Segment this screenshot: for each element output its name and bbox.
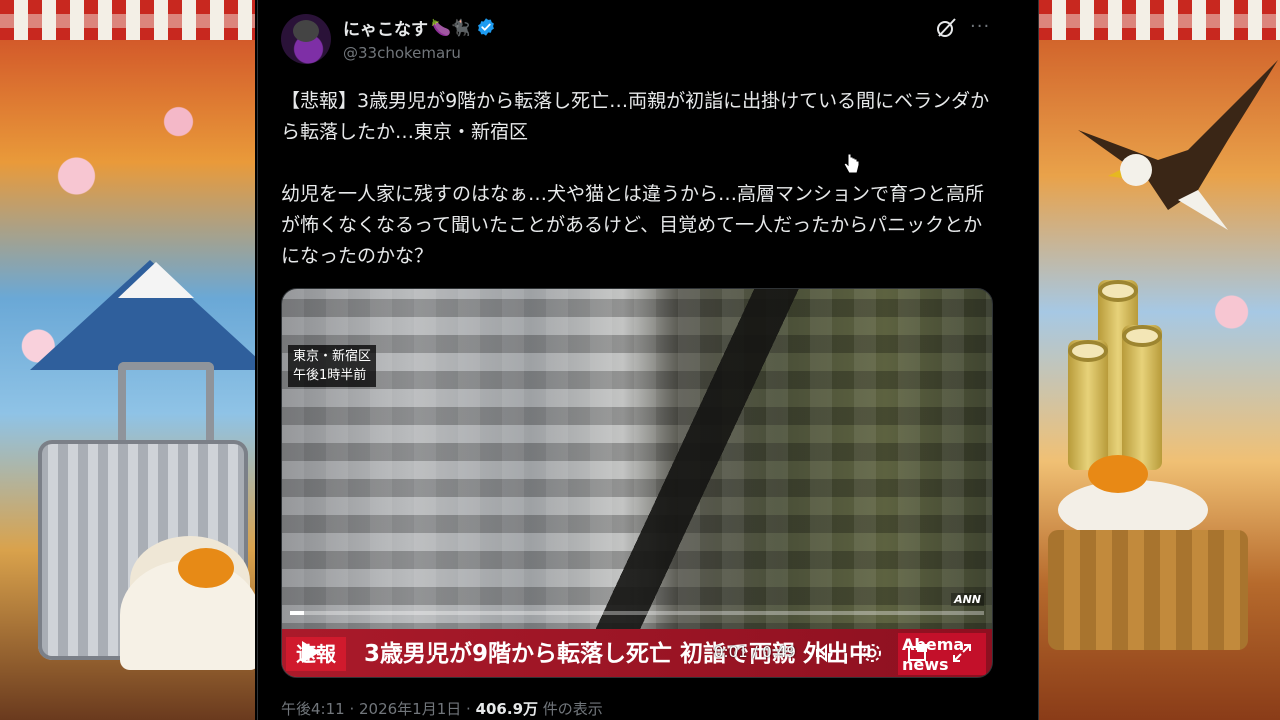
author-display-name[interactable]: にゃこなす: [343, 15, 428, 40]
picture-in-picture-icon[interactable]: [906, 641, 930, 665]
bamboo-illustration: [1068, 340, 1108, 470]
fullscreen-icon[interactable]: [950, 641, 974, 665]
suitcase-handle-illustration: [118, 362, 214, 450]
settings-icon[interactable]: [860, 641, 884, 665]
author-name-emojis: 🍆🐈‍⬛: [431, 17, 471, 37]
view-count: 406.9万: [475, 700, 539, 718]
eagle-illustration: [1078, 60, 1278, 230]
checker-pattern: [1038, 0, 1280, 40]
location-caption-line2: 午後1時半前: [293, 368, 367, 383]
barrel-illustration: [1048, 530, 1248, 650]
left-decorative-background: [0, 0, 255, 720]
grok-icon[interactable]: [934, 16, 958, 40]
author-name-row: にゃこなす 🍆🐈‍⬛: [343, 14, 496, 40]
tweet-card: にゃこなす 🍆🐈‍⬛ @33chokemaru ··· 【悲報】3歳男児が9階か…: [257, 0, 1039, 720]
checker-pattern: [0, 0, 255, 40]
tangerine-illustration: [1088, 455, 1148, 493]
video-progress-bar[interactable]: [290, 611, 984, 615]
tangerine-illustration: [178, 548, 234, 588]
video-time: 0:01 / 0:49: [714, 643, 796, 661]
avatar-cat-face: [293, 20, 319, 42]
video-player[interactable]: 東京・新宿区 午後1時半前 ANN 速報 3歳男児が9階から転落し死亡 初詣で両…: [281, 288, 993, 678]
news-ticker: 速報 3歳男児が9階から転落し死亡 初詣で両親 外出中 Abema news 0…: [282, 629, 992, 677]
hand-cursor-icon: [843, 153, 859, 174]
tweet-meta: 午後4:11 · 2026年1月1日 · 406.9万 件の表示: [281, 698, 603, 719]
bamboo-illustration: [1122, 325, 1162, 470]
broadcaster-mark: ANN: [951, 593, 984, 606]
verified-badge-icon[interactable]: [476, 17, 496, 37]
right-decorative-background: [1038, 0, 1280, 720]
author-handle[interactable]: @33chokemaru: [343, 44, 461, 62]
location-caption-line1: 東京・新宿区: [293, 349, 372, 364]
location-caption: 東京・新宿区 午後1時半前: [288, 345, 377, 387]
play-icon[interactable]: [302, 641, 320, 663]
avatar[interactable]: [281, 14, 331, 64]
video-controls: 0:01 / 0:49: [282, 635, 992, 671]
post-timestamp[interactable]: 午後4:11 · 2026年1月1日 ·: [281, 700, 476, 718]
mount-fuji-snowcap: [118, 262, 194, 298]
tweet-text: 【悲報】3歳男児が9階から転落し死亡…両親が初詣に出掛けている間にベランダから転…: [281, 90, 990, 267]
view-count-suffix: 件の表示: [538, 700, 603, 718]
more-icon[interactable]: ···: [970, 16, 990, 37]
volume-icon[interactable]: [814, 641, 838, 665]
video-progress-fill: [290, 611, 304, 615]
